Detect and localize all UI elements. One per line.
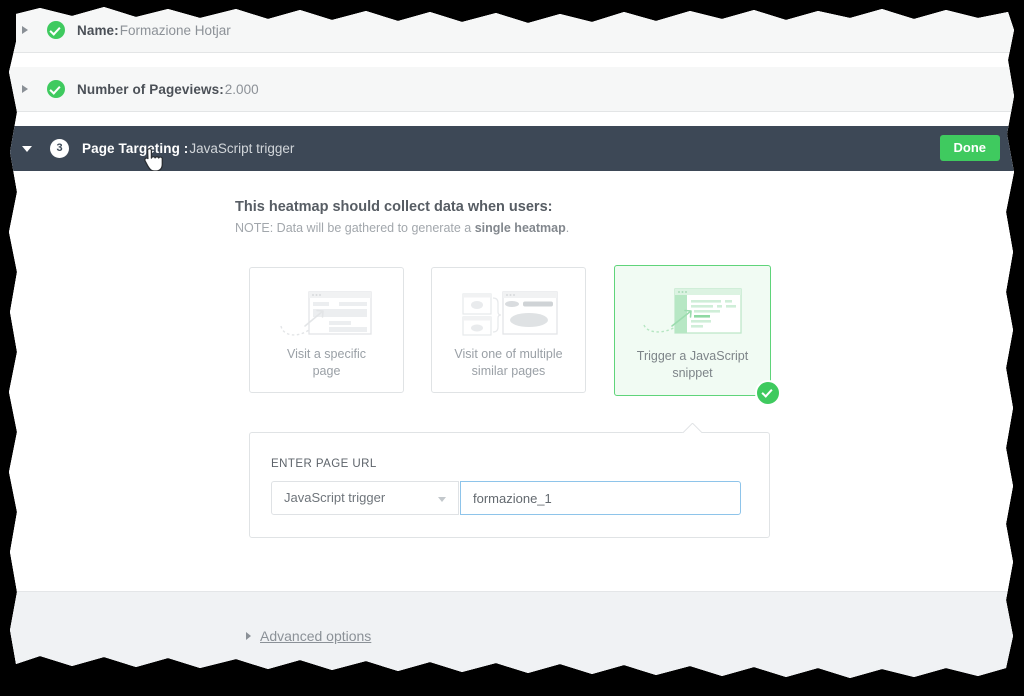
app-surface: Name: Formazione Hotjar Number of Pagevi… (0, 0, 1024, 696)
chevron-down-icon (438, 497, 446, 502)
page-targeting-body: This heatmap should collect data when us… (0, 171, 1024, 591)
body-note: NOTE: Data will be gathered to generate … (235, 221, 569, 235)
note-prefix: NOTE: Data will be gathered to generate … (235, 221, 475, 235)
url-match-type-select[interactable]: JavaScript trigger (271, 481, 459, 515)
panel-footer: Advanced options (0, 591, 1024, 696)
option-card-multiple-pages[interactable]: Visit one of multiple similar pages (431, 267, 586, 393)
done-button[interactable]: Done (940, 135, 1001, 161)
step-value-name: Formazione Hotjar (119, 22, 231, 38)
option-card-caption: Visit one of multiple similar pages (440, 346, 577, 380)
option-card-caption: Trigger a JavaScript snippet (623, 348, 762, 382)
caption-line-2: snippet (672, 366, 713, 380)
enter-page-url-panel: ENTER PAGE URL JavaScript trigger (249, 432, 770, 538)
multiple-pages-icon (432, 282, 585, 344)
url-match-type-value: JavaScript trigger (284, 490, 386, 505)
check-circle-icon (47, 80, 65, 98)
caption-line-1: Trigger a JavaScript (636, 349, 749, 363)
chevron-right-icon[interactable] (22, 26, 28, 34)
step-row-pageviews[interactable]: Number of Pageviews: 2.000 (0, 67, 1024, 112)
step-label-page-targeting: Page Targeting : (82, 141, 189, 156)
chevron-down-icon[interactable] (22, 146, 32, 152)
option-card-caption: Visit a specific page (258, 346, 395, 380)
step-value-pageviews: 2.000 (224, 81, 259, 97)
chevron-right-icon (246, 632, 251, 640)
note-bold: single heatmap (474, 221, 566, 235)
caption-line-2: similar pages (471, 364, 546, 378)
popover-arrow (682, 423, 702, 433)
advanced-options-toggle[interactable]: Advanced options (246, 628, 371, 644)
option-card-javascript-snippet[interactable]: Trigger a JavaScript snippet (614, 265, 771, 396)
torn-paper-sheet: Name: Formazione Hotjar Number of Pagevi… (0, 0, 1024, 696)
caption-line-1: Visit a specific (287, 347, 366, 361)
single-page-icon (250, 282, 403, 344)
selected-check-icon (755, 380, 781, 406)
caption-line-1: Visit one of multiple (454, 347, 563, 361)
step-value-page-targeting: JavaScript trigger (189, 141, 295, 156)
page-url-input[interactable] (460, 481, 741, 515)
advanced-options-label: Advanced options (260, 628, 372, 644)
body-headline: This heatmap should collect data when us… (235, 199, 553, 215)
caption-line-2: page (312, 364, 341, 378)
enter-page-url-label: ENTER PAGE URL (271, 458, 377, 470)
step-label-pageviews: Number of Pageviews: (77, 81, 224, 97)
step-label-name: Name: (77, 22, 119, 38)
check-circle-icon (47, 21, 65, 39)
step-row-page-targeting[interactable]: 3 Page Targeting : JavaScript trigger Do… (0, 126, 1024, 171)
note-suffix: . (565, 221, 570, 235)
step-number-badge: 3 (50, 139, 69, 158)
javascript-snippet-icon (615, 280, 770, 342)
option-card-specific-page[interactable]: Visit a specific page (249, 267, 404, 393)
step-row-name[interactable]: Name: Formazione Hotjar (0, 8, 1024, 53)
chevron-right-icon[interactable] (22, 85, 28, 93)
